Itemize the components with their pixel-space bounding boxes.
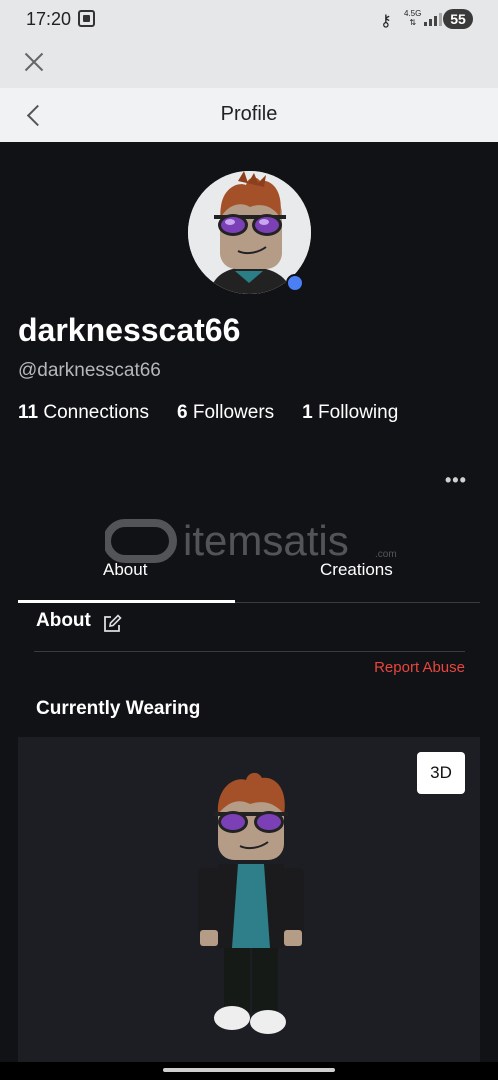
profile-stats: 11 Connections 6 Followers 1 Following: [18, 402, 426, 424]
network-type-label: 4.5G: [404, 9, 422, 18]
status-bar: 17:20 ⚷ 4.5G ⇅ 55: [0, 0, 498, 40]
connections-label: Connections: [43, 402, 149, 423]
following-label: Following: [318, 402, 399, 423]
avatar-full-body-graphic: [198, 772, 304, 1034]
home-gesture-handle[interactable]: [163, 1068, 335, 1072]
toggle-3d-button[interactable]: 3D: [417, 752, 465, 794]
active-tab-indicator: [18, 600, 235, 603]
username-handle: @darknesscat66: [18, 360, 161, 381]
signal-icon: [424, 12, 442, 26]
about-heading: About: [36, 610, 91, 631]
screenshot-icon: [78, 10, 95, 27]
followers-count: 6: [177, 402, 188, 423]
currently-wearing-heading: Currently Wearing: [36, 698, 201, 719]
avatar-viewer[interactable]: 3D: [18, 737, 480, 1067]
page-title: Profile: [220, 103, 278, 125]
close-icon[interactable]: [22, 50, 46, 74]
status-time: 17:20: [26, 9, 72, 29]
edit-icon[interactable]: [102, 614, 122, 634]
system-navigation-bar: [0, 1062, 498, 1080]
display-name: darknesscat66: [18, 312, 241, 348]
page-header: Profile: [0, 88, 498, 142]
tab-creations[interactable]: Creations: [320, 560, 393, 580]
tab-about[interactable]: About: [103, 560, 147, 580]
following-stat[interactable]: 1 Following: [302, 402, 398, 424]
more-options-icon[interactable]: •••: [445, 470, 467, 490]
connections-stat[interactable]: 11 Connections: [18, 402, 149, 424]
vpn-key-icon: ⚷: [380, 13, 392, 30]
connections-count: 11: [18, 402, 39, 423]
about-divider: [34, 651, 465, 652]
followers-label: Followers: [192, 402, 275, 423]
battery-icon: 55: [443, 9, 473, 29]
webview-close-bar: [0, 40, 498, 88]
report-abuse-link[interactable]: Report Abuse: [374, 659, 465, 676]
network-type-icon: 4.5G ⇅: [404, 9, 422, 27]
avatar[interactable]: [188, 171, 311, 294]
followers-stat[interactable]: 6 Followers: [177, 402, 274, 424]
profile-tabs: About Creations: [18, 556, 480, 604]
edit-icon-graphic: [104, 614, 122, 632]
following-count: 1: [302, 402, 313, 423]
avatar-full-body: [188, 772, 318, 1047]
online-status-indicator: [286, 274, 304, 292]
tab-divider: [235, 602, 480, 603]
